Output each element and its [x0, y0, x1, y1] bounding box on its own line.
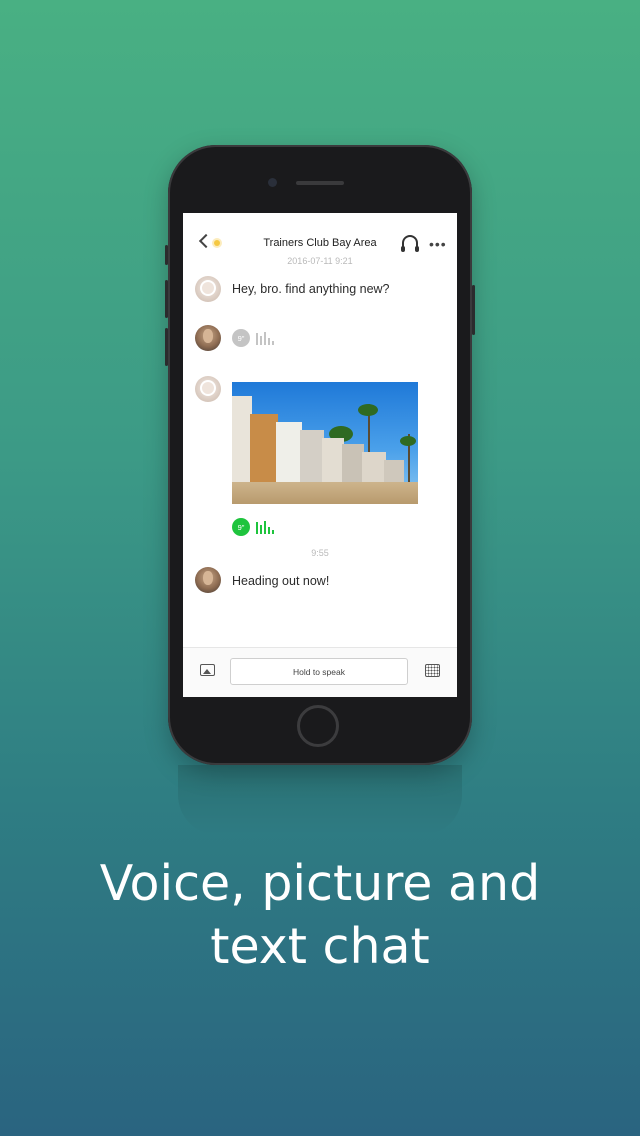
earpiece-speaker [296, 181, 344, 185]
avatar[interactable] [195, 325, 221, 351]
image-icon[interactable] [200, 664, 215, 676]
building [276, 422, 302, 488]
voice-message[interactable]: 9" [232, 329, 274, 347]
waveform-icon [256, 331, 274, 345]
avatar[interactable] [195, 567, 221, 593]
building [250, 414, 278, 488]
volume-up-button [165, 280, 168, 318]
tagline-line-2: text chat [210, 918, 430, 975]
palm-tree [400, 436, 416, 446]
keyboard-icon[interactable] [425, 664, 440, 677]
power-button [472, 285, 475, 335]
chat-title: Trainers Club Bay Area [263, 237, 377, 249]
voice-message[interactable]: 9" [232, 518, 274, 536]
chat-date: 2016-07-11 9:21 [287, 256, 353, 266]
avatar[interactable] [195, 276, 221, 302]
avatar[interactable] [195, 376, 221, 402]
more-icon[interactable]: ••• [429, 236, 447, 252]
headset-icon[interactable] [401, 235, 419, 252]
sun-icon [214, 240, 220, 246]
volume-down-button [165, 328, 168, 366]
mute-switch [165, 245, 168, 265]
chat-header: Trainers Club Bay Area ••• 2016-07-11 9:… [183, 213, 457, 275]
message-text: Hey, bro. find anything new? [232, 282, 390, 296]
photo-sand [232, 482, 418, 504]
phone-frame: Trainers Club Bay Area ••• 2016-07-11 9:… [165, 145, 475, 765]
waveform-icon [256, 520, 274, 534]
home-button [297, 705, 339, 747]
input-bar: Hold to speak [183, 647, 457, 697]
palm-tree [358, 404, 378, 416]
message-text: Heading out now! [232, 574, 330, 588]
front-camera [268, 178, 277, 187]
hold-to-speak-button[interactable]: Hold to speak [230, 658, 408, 685]
shared-photo[interactable] [232, 382, 418, 504]
promo-tagline: Voice, picture and text chat [0, 852, 640, 978]
building [232, 396, 252, 488]
phone-reflection [178, 765, 462, 835]
voice-duration: 9" [232, 329, 250, 347]
tagline-line-1: Voice, picture and [99, 855, 541, 912]
building [300, 430, 324, 488]
chat-screen: Trainers Club Bay Area ••• 2016-07-11 9:… [183, 213, 457, 697]
back-icon[interactable] [198, 233, 214, 249]
voice-duration: 9" [232, 518, 250, 536]
time-separator: 9:55 [311, 548, 329, 558]
building [322, 438, 344, 488]
